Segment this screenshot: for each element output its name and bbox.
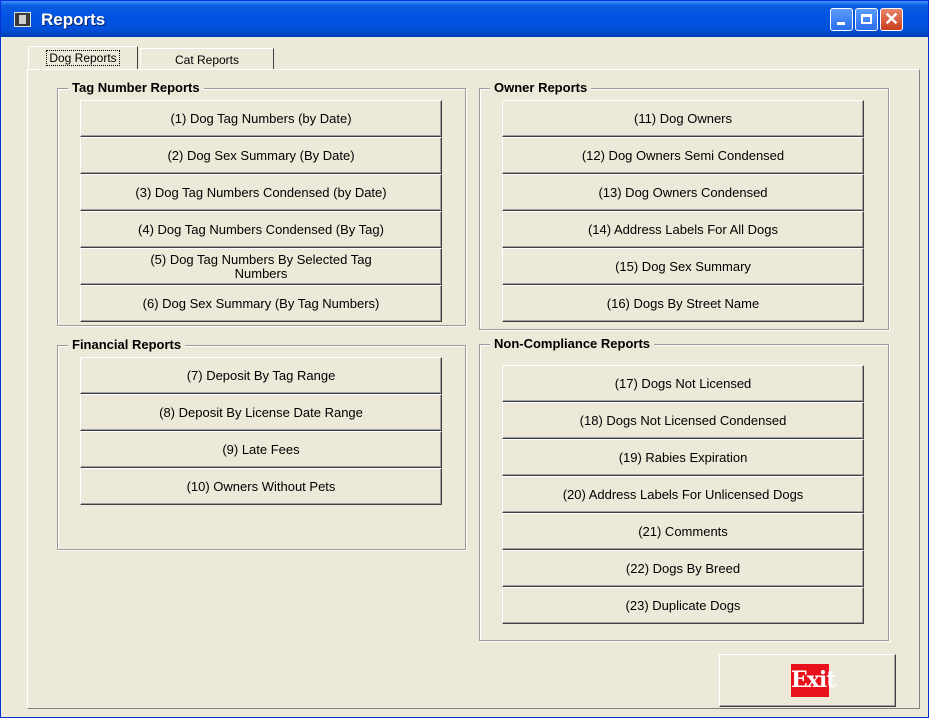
group-title: Owner Reports [490,80,592,95]
exit-button[interactable]: Exit [719,654,896,707]
report-button-22[interactable]: (22) Dogs By Breed [502,550,864,587]
tab-dog-reports[interactable]: Dog Reports [28,46,138,70]
report-button-14[interactable]: (14) Address Labels For All Dogs [502,211,864,248]
group-title: Non-Compliance Reports [490,336,655,351]
report-button-17[interactable]: (17) Dogs Not Licensed [502,365,864,402]
close-icon: ✕ [883,9,900,29]
report-button-1[interactable]: (1) Dog Tag Numbers (by Date) [80,100,442,137]
report-button-3[interactable]: (3) Dog Tag Numbers Condensed (by Date) [80,174,442,211]
maximize-button[interactable] [855,8,878,31]
tab-label: Cat Reports [174,53,240,67]
tab-cat-reports[interactable]: Cat Reports [140,48,274,70]
report-button-12[interactable]: (12) Dog Owners Semi Condensed [502,137,864,174]
report-button-5[interactable]: (5) Dog Tag Numbers By Selected Tag Numb… [80,248,442,285]
app-icon [14,12,31,27]
report-button-19[interactable]: (19) Rabies Expiration [502,439,864,476]
report-button-7[interactable]: (7) Deposit By Tag Range [80,357,442,394]
report-button-6[interactable]: (6) Dog Sex Summary (By Tag Numbers) [80,285,442,322]
report-button-20[interactable]: (20) Address Labels For Unlicensed Dogs [502,476,864,513]
report-button-13[interactable]: (13) Dog Owners Condensed [502,174,864,211]
report-button-11[interactable]: (11) Dog Owners [502,100,864,137]
minimize-button[interactable] [830,8,853,31]
tab-label: Dog Reports [46,50,120,66]
close-button[interactable]: ✕ [880,8,903,31]
report-button-10[interactable]: (10) Owners Without Pets [80,468,442,505]
group-title: Tag Number Reports [68,80,204,95]
group-title: Financial Reports [68,337,186,352]
report-button-18[interactable]: (18) Dogs Not Licensed Condensed [502,402,864,439]
report-button-21[interactable]: (21) Comments [502,513,864,550]
maximize-icon [861,14,872,24]
report-button-2[interactable]: (2) Dog Sex Summary (By Date) [80,137,442,174]
report-button-4[interactable]: (4) Dog Tag Numbers Condensed (By Tag) [80,211,442,248]
report-button-23[interactable]: (23) Duplicate Dogs [502,587,864,624]
exit-logo: Exit [791,664,836,697]
minimize-icon [837,22,845,25]
report-button-8[interactable]: (8) Deposit By License Date Range [80,394,442,431]
title-bar[interactable]: Reports ✕ [1,1,928,37]
window-title: Reports [41,10,106,29]
report-button-9[interactable]: (9) Late Fees [80,431,442,468]
report-button-16[interactable]: (16) Dogs By Street Name [502,285,864,322]
report-button-15[interactable]: (15) Dog Sex Summary [502,248,864,285]
